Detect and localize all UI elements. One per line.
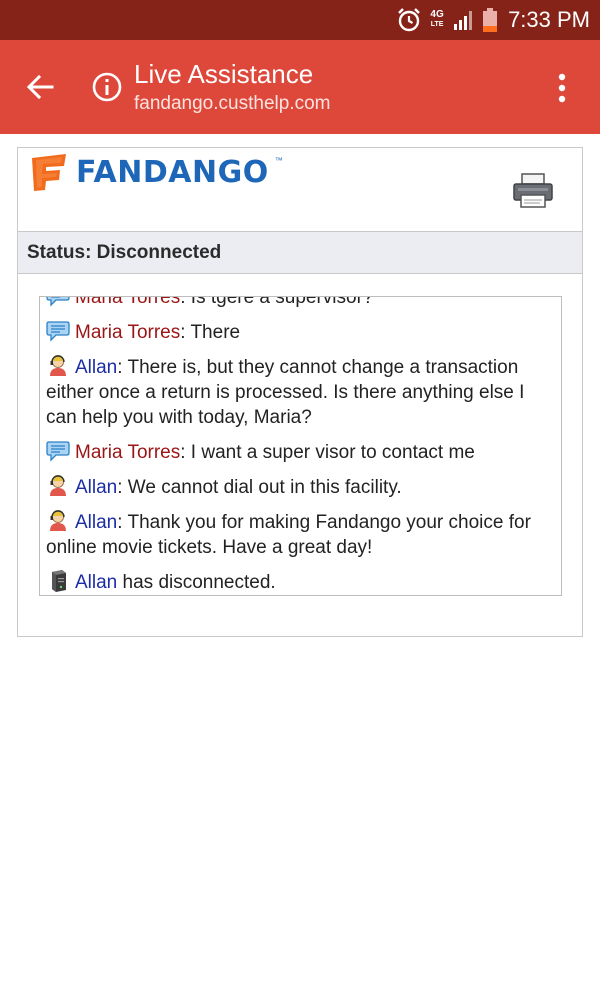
page-title: Live Assistance xyxy=(134,59,314,89)
agent-name: Allan xyxy=(75,512,118,533)
message-text: : I want a super visor to contact me xyxy=(180,442,475,463)
chat-message: Allan has disconnected. xyxy=(46,568,554,595)
fandango-f-icon xyxy=(32,154,66,191)
chat-message: Allan: There is, but they cannot change … xyxy=(46,353,554,430)
chat-message: Allan: We cannot dial out in this facili… xyxy=(46,473,554,500)
status-bar-icons: 4G LTE 7:33 PM xyxy=(396,0,590,40)
network-type-label: 4G xyxy=(430,9,444,20)
title-block: Live Assistance fandango.custhelp.com xyxy=(134,58,330,118)
info-icon xyxy=(92,72,122,102)
message-text: : There xyxy=(180,322,241,343)
site-info-button[interactable] xyxy=(90,70,124,104)
printer-icon xyxy=(513,173,553,208)
connection-status-bar: Status: Disconnected xyxy=(18,231,582,274)
customer-name: Maria Torres xyxy=(75,296,181,308)
message-text: : Is tgere a supervisor? xyxy=(180,296,374,308)
overflow-menu-button[interactable] xyxy=(548,68,576,108)
chat-messages: Maria Torres: Is tgere a supervisor? Mar… xyxy=(46,296,554,595)
agent-headset-icon xyxy=(50,475,66,496)
chat-message: Allan: Thank you for making Fandango you… xyxy=(46,508,554,560)
speech-bubble-icon xyxy=(46,321,70,342)
brand-trademark: ™ xyxy=(274,155,283,165)
chat-message: Maria Torres: I want a super visor to co… xyxy=(46,438,554,465)
fandango-logo: FANDANGO ™ xyxy=(28,152,283,192)
message-text: has disconnected. xyxy=(117,572,276,593)
brand-name: FANDANGO xyxy=(76,154,269,190)
disconnect-server-icon xyxy=(52,570,66,592)
message-text: : There is, but they cannot change a tra… xyxy=(46,357,525,428)
chat-message: Maria Torres: There xyxy=(46,318,554,345)
agent-headset-icon xyxy=(50,355,66,376)
status-bar: 4G LTE 7:33 PM xyxy=(0,0,600,40)
agent-name: Allan xyxy=(75,357,118,378)
chat-transcript[interactable]: Maria Torres: Is tgere a supervisor? Mar… xyxy=(39,296,562,596)
arrow-left-icon xyxy=(26,74,54,100)
signal-strength-icon xyxy=(452,8,476,32)
back-button[interactable] xyxy=(20,67,60,107)
speech-bubble-icon xyxy=(46,441,70,462)
message-text: : We cannot dial out in this facility. xyxy=(117,477,402,498)
customer-name: Maria Torres xyxy=(75,322,181,343)
agent-name: Allan xyxy=(75,477,118,498)
speech-bubble-icon xyxy=(46,297,70,307)
alarm-icon xyxy=(396,7,422,33)
clock-time: 7:33 PM xyxy=(508,7,590,32)
more-vertical-icon xyxy=(558,73,566,103)
agent-headset-icon xyxy=(50,510,66,531)
network-sub-label: LTE xyxy=(430,21,444,28)
message-text: : Thank you for making Fandango your cho… xyxy=(46,512,531,558)
chat-card: FANDANGO ™ Status: Disconnected Maria To… xyxy=(17,147,583,637)
battery-icon xyxy=(482,7,498,33)
customer-name: Maria Torres xyxy=(75,442,181,463)
app-bar: Live Assistance fandango.custhelp.com xyxy=(0,40,600,134)
lte-4g-icon: 4G LTE xyxy=(428,10,446,30)
page-url: fandango.custhelp.com xyxy=(134,93,331,114)
agent-name: Allan xyxy=(75,572,118,593)
chat-message: Maria Torres: Is tgere a supervisor? xyxy=(46,296,554,310)
connection-status: Status: Disconnected xyxy=(27,241,222,263)
print-button[interactable] xyxy=(512,172,554,210)
